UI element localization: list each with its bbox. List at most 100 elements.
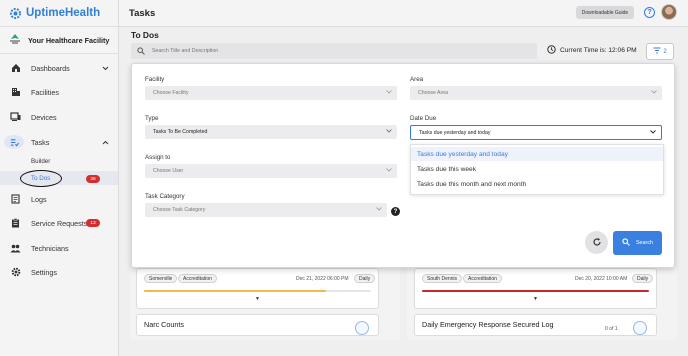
search-button[interactable]: Search (613, 231, 662, 255)
nav-service-requests-label: Service Requests (31, 218, 88, 228)
facility-selector[interactable]: Your Healthcare Facility (0, 26, 118, 54)
facility-logo-icon (8, 33, 22, 47)
date-option[interactable]: Tasks due this week (411, 162, 663, 176)
date-due-select[interactable]: Tasks due yesterday and today (410, 125, 662, 140)
nav-settings[interactable]: Settings (0, 263, 118, 281)
expand-caret-icon[interactable]: ▼ (255, 296, 260, 302)
nav-service-requests[interactable]: Service Requests (0, 214, 118, 232)
type-label: Type (145, 115, 159, 122)
sidebar: UptimeHealth Your Healthcare Facility Da… (0, 0, 119, 356)
refresh-icon (592, 234, 602, 252)
filter-button[interactable]: 2 (646, 43, 674, 60)
task-card[interactable]: Daily Emergency Response Secured Log 0 o… (414, 314, 657, 336)
chevron-down-icon (386, 90, 392, 96)
search-bar[interactable] (131, 43, 537, 59)
facility-label: Facility (145, 76, 165, 83)
task-card[interactable]: Narc Counts (136, 314, 379, 336)
date-due-label: Date Due (410, 115, 437, 122)
task-title: Narc Counts (144, 320, 184, 329)
date-option[interactable]: Tasks due this month and next month (411, 177, 663, 191)
action-button[interactable] (355, 321, 369, 335)
task-card[interactable]: Somerville Accreditation Dec 21, 2022 06… (136, 268, 379, 309)
assign-select[interactable]: Choose User (145, 164, 397, 178)
task-category-select[interactable]: Choose Task Category (145, 203, 387, 217)
search-icon (137, 42, 145, 60)
brand-logo[interactable]: UptimeHealth (9, 5, 113, 21)
area-select[interactable]: Choose Area (410, 86, 662, 100)
nav-dashboards-label: Dashboards (31, 63, 70, 73)
downloadable-guide-button[interactable]: Downloadable Guide (576, 6, 634, 19)
nav-builder[interactable]: Builder (31, 158, 50, 165)
frequency-chip: Daily (354, 274, 376, 283)
area-select-placeholder: Choose Area (418, 90, 448, 96)
assign-select-placeholder: Choose User (153, 168, 184, 174)
task-card[interactable]: South Dennis Accreditation Dec 20, 2022 … (414, 268, 657, 309)
brand-name: UptimeHealth (26, 7, 101, 19)
devices-icon (10, 112, 21, 123)
nav-settings-label: Settings (31, 267, 57, 277)
nav-tasks-label: Tasks (31, 137, 50, 147)
location-chip: Somerville (144, 274, 178, 283)
log-icon (10, 194, 21, 205)
filter-panel: Facility Choose Facility Area Choose Are… (131, 63, 675, 268)
gear-icon (10, 267, 21, 278)
completion-count: 0 of 1 (605, 326, 618, 332)
search-button-label: Search (635, 240, 654, 246)
nav-logs[interactable]: Logs (0, 190, 118, 208)
filter-icon (653, 47, 661, 56)
nav-devices-label: Devices (31, 112, 57, 122)
location-chip: South Dennis (422, 274, 463, 283)
nav-logs-label: Logs (31, 194, 47, 204)
progress-bar (144, 290, 326, 292)
assign-label: Assign to (145, 154, 171, 161)
expand-caret-icon[interactable]: ▼ (533, 296, 538, 302)
facility-select[interactable]: Choose Facility (145, 86, 397, 100)
type-select-value: Tasks To Be Completed (153, 129, 208, 135)
chevron-down-icon (386, 168, 392, 174)
top-bar: Tasks Downloadable Guide ? (119, 0, 688, 27)
search-input[interactable] (152, 48, 532, 54)
info-icon[interactable]: ? (391, 207, 400, 216)
facility-name: Your Healthcare Facility (28, 35, 110, 45)
nav-tasks[interactable]: Tasks (0, 133, 118, 151)
gear-logo-icon (9, 7, 22, 19)
tag-chip: Accreditation (463, 274, 502, 283)
avatar[interactable] (661, 4, 677, 20)
tag-chip: Accreditation (178, 274, 217, 283)
annotation-circle (20, 170, 62, 187)
due-date: Dec 20, 2022 10:00 AM (575, 276, 628, 282)
section-title: To Dos (131, 30, 159, 40)
reset-button[interactable] (585, 231, 608, 254)
page-title: Tasks (129, 8, 156, 19)
facility-select-placeholder: Choose Facility (153, 90, 189, 96)
progress-bar (422, 290, 649, 292)
search-icon (622, 238, 630, 248)
todos-count-badge: 36 (86, 175, 100, 183)
chevron-up-icon (102, 138, 109, 147)
chevron-down-icon (376, 207, 382, 213)
clock-icon (547, 45, 556, 56)
action-button[interactable] (633, 321, 647, 335)
current-time: Current Time is: 12:06 PM (547, 45, 637, 56)
nav-facilities[interactable]: Facilities (0, 83, 118, 101)
nav-dashboards[interactable]: Dashboards (0, 59, 118, 77)
nav-facilities-label: Facilities (31, 87, 59, 97)
service-requests-badge: 13 (86, 219, 100, 227)
task-category-placeholder: Choose Task Category (153, 207, 206, 213)
clipboard-icon (10, 218, 21, 229)
nav-technicians[interactable]: Technicians (0, 239, 118, 257)
task-category-label: Task Category (145, 193, 185, 200)
help-icon[interactable]: ? (644, 7, 655, 18)
due-date: Dec 21, 2022 06:00 PM (296, 276, 349, 282)
area-label: Area (410, 76, 424, 83)
chevron-down-icon (651, 90, 657, 96)
date-due-select-value: Tasks due yesterday and today (419, 129, 491, 136)
chevron-down-icon (650, 130, 656, 136)
nav-devices[interactable]: Devices (0, 108, 118, 126)
chevron-down-icon (386, 129, 392, 135)
type-select[interactable]: Tasks To Be Completed (145, 125, 397, 139)
frequency-chip: Daily (632, 274, 654, 283)
home-icon (10, 63, 21, 74)
task-title: Daily Emergency Response Secured Log (422, 320, 554, 329)
date-option[interactable]: Tasks due yesterday and today (411, 147, 663, 161)
